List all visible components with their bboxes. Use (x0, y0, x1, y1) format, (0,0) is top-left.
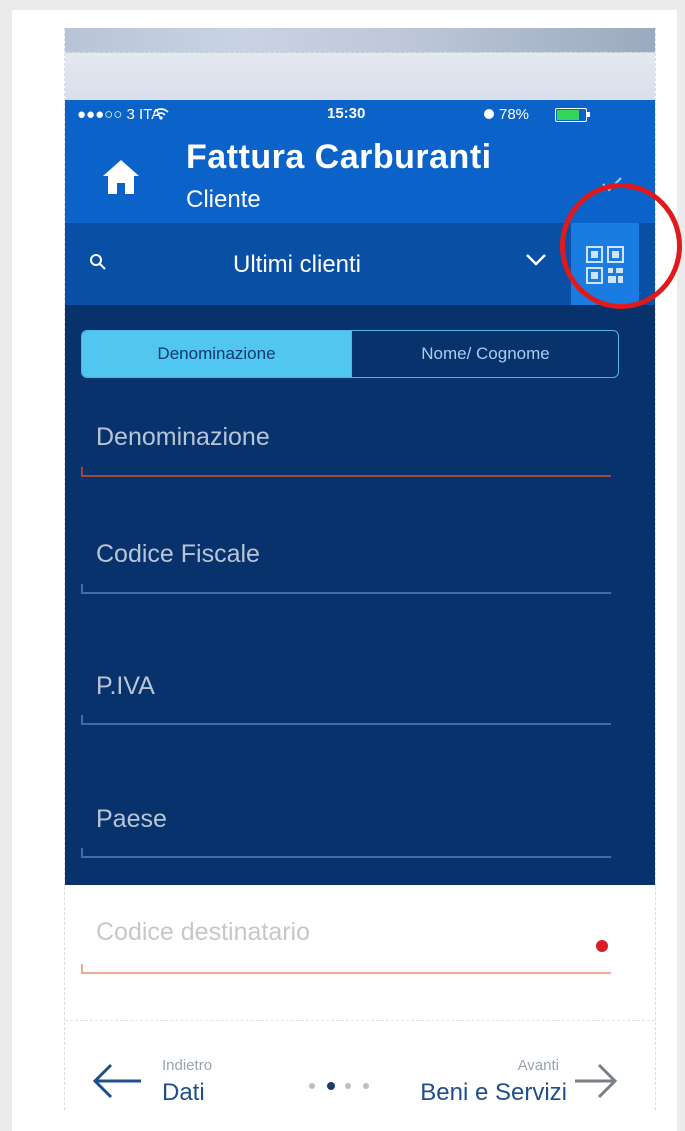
battery-percent: 78% (499, 106, 530, 123)
carrier-signal: ●●●○○ 3 ITA (77, 106, 162, 123)
wifi-icon (153, 108, 169, 120)
codice-destinatario-field[interactable]: Codice destinatario (96, 918, 310, 947)
bezel-gap (65, 52, 655, 101)
back-caption: Indietro (162, 1057, 213, 1074)
status-time: 15:30 (327, 105, 366, 122)
required-indicator (596, 940, 608, 952)
app-title: Fattura Carburanti (186, 138, 492, 176)
page-dot-active (327, 1082, 335, 1090)
client-type-segmented-control: Denominazione Nome/ Cognome (81, 330, 619, 378)
codice-fiscale-underline (81, 584, 611, 594)
screenshot-canvas: ●●●○○ 3 ITA 15:30 78% Fattura Carburanti… (12, 10, 682, 1131)
paese-field[interactable]: Paese (96, 805, 167, 834)
wizard-navigation: Indietro Dati Avanti Beni e Servizi (65, 1043, 655, 1113)
search-icon[interactable] (89, 253, 107, 271)
paese-underline (81, 848, 611, 858)
alarm-icon (484, 109, 494, 119)
chevron-down-icon[interactable] (525, 253, 547, 267)
home-icon[interactable] (101, 158, 141, 196)
next-button[interactable]: Beni e Servizi (420, 1079, 567, 1107)
app-subtitle: Cliente (186, 186, 261, 213)
phone-screen: ●●●○○ 3 ITA 15:30 78% Fattura Carburanti… (64, 28, 656, 1110)
page-dot (363, 1083, 369, 1089)
top-bezel (65, 28, 655, 52)
denominazione-underline (81, 467, 611, 477)
tab-denominazione[interactable]: Denominazione (82, 331, 351, 377)
arrow-right-icon[interactable] (573, 1061, 619, 1101)
recent-clients-label[interactable]: Ultimi clienti (233, 251, 361, 279)
back-button[interactable]: Dati (162, 1079, 205, 1107)
next-caption: Avanti (517, 1057, 559, 1074)
page-dot (309, 1083, 315, 1089)
battery-tip (587, 112, 590, 117)
codice-destinatario-underline (81, 964, 611, 974)
page-dot (345, 1083, 351, 1089)
arrow-left-icon[interactable] (91, 1061, 143, 1101)
footer-divider (65, 1020, 655, 1021)
status-bar: ●●●○○ 3 ITA 15:30 78% (65, 100, 655, 128)
tab-nome-cognome[interactable]: Nome/ Cognome (351, 331, 618, 377)
qr-highlight-annotation (560, 183, 682, 309)
battery-icon (555, 108, 587, 122)
client-form: Denominazione Nome/ Cognome Denominazion… (65, 305, 655, 885)
codice-fiscale-field[interactable]: Codice Fiscale (96, 540, 260, 569)
app-header: ●●●○○ 3 ITA 15:30 78% Fattura Carburanti… (65, 100, 655, 223)
partita-iva-underline (81, 715, 611, 725)
denominazione-field[interactable]: Denominazione (96, 423, 270, 452)
partita-iva-field[interactable]: P.IVA (96, 672, 155, 701)
